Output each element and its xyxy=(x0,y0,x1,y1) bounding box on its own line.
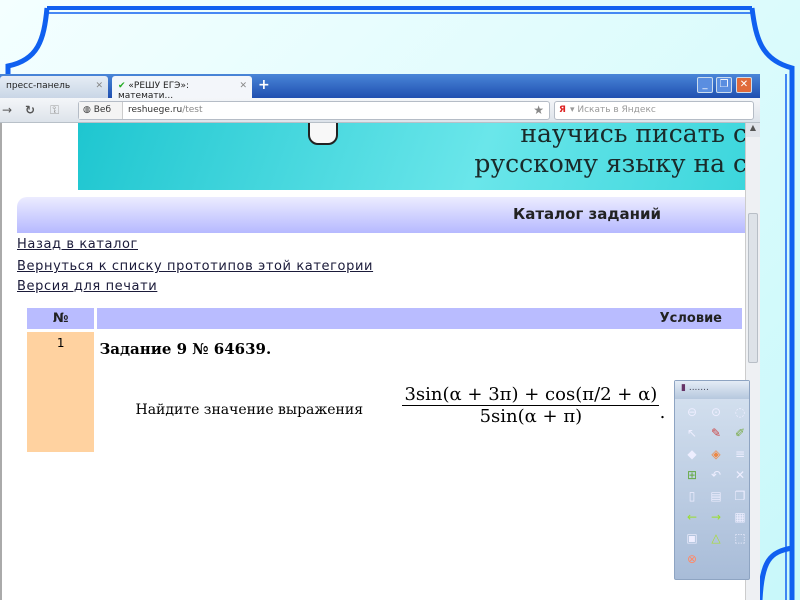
pen-toolbox: ▮ ....... ⊖ ⊙ ◌ ↖ ✎ ✐ ◆ ◈ ≡ ⊞ ↶ ✕ ▯ ▤ ❐ ← → ▦ ▣ △ ⬚ ⊗ xyxy=(674,380,750,580)
close-tab-icon[interactable]: ✕ xyxy=(95,81,103,91)
key-icon[interactable]: ⚿ xyxy=(50,103,59,118)
row-number: 1 xyxy=(27,332,95,452)
delete-icon[interactable]: ✕ xyxy=(731,466,749,484)
table-row: 1 Задание 9 № 64639. Найдите значение вы… xyxy=(27,332,742,452)
shape-icon[interactable]: ◈ xyxy=(707,445,725,463)
search-placeholder: Искать в Яндекс xyxy=(577,105,656,115)
web-button[interactable]: ◍ Веб xyxy=(79,102,123,119)
denominator: 5sin(α + π) xyxy=(479,406,583,427)
task-question: Найдите значение выражения xyxy=(135,402,364,418)
lines-icon[interactable]: ≡ xyxy=(731,445,749,463)
zoom-out-icon[interactable]: ⊖ xyxy=(683,403,701,421)
checkmark-icon: ✔ xyxy=(118,81,126,91)
next-icon[interactable]: → xyxy=(707,508,725,526)
yandex-icon: Я xyxy=(559,105,566,115)
previous-icon[interactable]: ← xyxy=(683,508,701,526)
bookmark-star-icon[interactable]: ★ xyxy=(533,103,544,117)
new-tab-button[interactable]: + xyxy=(258,77,270,93)
banner[interactable]: научись писать с русскому языку на с xyxy=(78,123,745,190)
down-icon[interactable]: ⊙ xyxy=(707,403,725,421)
protractor-icon[interactable]: △ xyxy=(707,529,725,547)
reload-icon[interactable]: ↻ xyxy=(25,103,35,117)
close-tab-icon[interactable]: ✕ xyxy=(239,81,247,91)
scroll-up-icon[interactable]: ▲ xyxy=(746,123,760,137)
url-path: /test xyxy=(182,105,203,115)
tab-reshuege[interactable]: ✔ «РЕШУ ЕГЭ»: математи... ✕ xyxy=(112,76,252,101)
toolbox-title: ....... xyxy=(688,383,709,393)
prototypes-list-link[interactable]: Вернуться к списку прототипов этой катег… xyxy=(17,259,373,274)
tasks-table: № Условие 1 Задание 9 № 64639. Найдите зн… xyxy=(24,305,745,455)
banner-line-2: русскому языку на с xyxy=(474,149,745,178)
period: . xyxy=(659,402,666,423)
keyboard-icon[interactable]: ⬚ xyxy=(731,529,749,547)
task-title: Задание 9 № 64639. xyxy=(99,340,272,358)
numerator: 3sin(α + 3π) + cos(π/2 + α) xyxy=(402,384,660,406)
column-condition: Условие xyxy=(97,308,742,329)
web-label: Веб xyxy=(93,105,111,115)
minimize-button[interactable]: _ xyxy=(697,77,713,93)
forward-icon[interactable]: → xyxy=(2,103,12,117)
back-to-catalog-link[interactable]: Назад в каталог xyxy=(17,237,138,252)
column-number: № xyxy=(27,308,95,329)
expression-fraction: 3sin(α + 3π) + cos(π/2 + α) 5sin(α + π) … xyxy=(402,384,665,427)
scroll-thumb[interactable] xyxy=(748,213,758,363)
page-content: научись писать с русскому языку на с Кат… xyxy=(0,123,745,600)
pointer-icon[interactable]: ↖ xyxy=(683,424,701,442)
url-text: reshuege.ru/test xyxy=(128,105,203,115)
hand-icon xyxy=(308,123,338,145)
url-host: reshuege.ru xyxy=(128,105,183,115)
eraser-icon[interactable]: ◆ xyxy=(683,445,701,463)
restore-button[interactable]: ❐ xyxy=(716,77,732,93)
page-icon[interactable]: ▯ xyxy=(683,487,701,505)
banner-line-1: научись писать с xyxy=(520,123,745,148)
close-toolbox-icon[interactable]: ⊗ xyxy=(683,550,701,568)
tab-express-panel[interactable]: пресс-панель ✕ xyxy=(0,76,108,98)
close-window-button[interactable]: ✕ xyxy=(736,77,752,93)
pen-icon[interactable]: ✎ xyxy=(707,424,725,442)
task-cell: Задание 9 № 64639. Найдите значение выра… xyxy=(97,332,742,452)
page-lines-icon[interactable]: ▤ xyxy=(707,487,725,505)
toolbox-header[interactable]: ▮ ....... xyxy=(675,381,749,399)
trash-icon[interactable]: ▮ xyxy=(681,383,686,393)
save-icon[interactable]: ▣ xyxy=(683,529,701,547)
search-input[interactable]: Я ▾ Искать в Яндекс xyxy=(554,101,754,120)
add-page-icon[interactable]: ⊞ xyxy=(683,466,701,484)
catalog-title: Каталог заданий xyxy=(512,205,661,223)
mouse-icon[interactable]: ◌ xyxy=(731,403,749,421)
globe-icon: ◍ xyxy=(83,105,91,115)
copy-icon[interactable]: ❐ xyxy=(731,487,749,505)
tab-label: пресс-панель xyxy=(6,81,71,91)
table-icon[interactable]: ▦ xyxy=(731,508,749,526)
address-bar[interactable]: ◍ Веб reshuege.ru/test ★ xyxy=(78,101,550,120)
navigation-bar: → ↻ ⚿ ◍ Веб reshuege.ru/test ★ Я ▾ Искать… xyxy=(0,98,760,123)
catalog-header: Каталог заданий xyxy=(17,197,745,233)
highlighter-icon[interactable]: ✐ xyxy=(731,424,749,442)
undo-icon[interactable]: ↶ xyxy=(707,466,725,484)
print-version-link[interactable]: Версия для печати xyxy=(17,279,157,294)
dropdown-icon[interactable]: ▾ xyxy=(570,105,575,115)
tab-bar: пресс-панель ✕ ✔ «РЕШУ ЕГЭ»: математи... ✕… xyxy=(0,74,760,101)
browser-window: пресс-панель ✕ ✔ «РЕШУ ЕГЭ»: математи... ✕… xyxy=(0,74,760,600)
